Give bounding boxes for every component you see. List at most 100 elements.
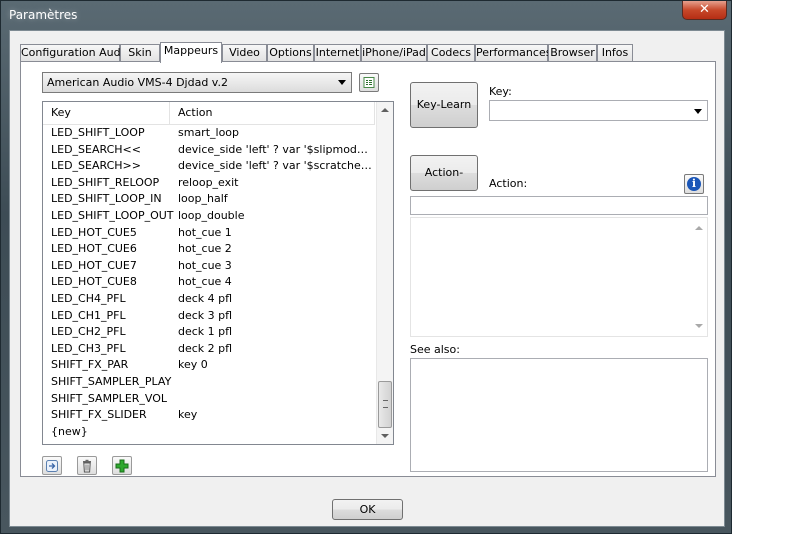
column-header-action[interactable]: Action	[170, 102, 375, 124]
scroll-down-icon[interactable]	[695, 324, 703, 328]
table-row[interactable]: LED_HOT_CUE7 hot_cue 3	[43, 258, 375, 275]
row-action: device_side 'left' ? var '$scratcheffect…	[178, 159, 373, 173]
table-row[interactable]: LED_SEARCH<< device_side 'left' ? var '$s…	[43, 142, 375, 159]
row-action: loop_half	[178, 192, 228, 206]
table-row[interactable]: LED_HOT_CUE6 hot_cue 2	[43, 241, 375, 258]
export-button[interactable]	[42, 456, 62, 475]
mapper-options-button[interactable]	[359, 73, 379, 92]
mappeurs-page: American Audio VMS-4 Djdad v.2 Key Actio…	[20, 61, 716, 477]
action-learn-button[interactable]: Action-Learn	[410, 155, 478, 213]
plus-icon	[115, 459, 129, 473]
action-field[interactable]	[410, 196, 708, 215]
table-row[interactable]: LED_SEARCH>> device_side 'left' ? var '$s…	[43, 158, 375, 175]
tab-browser[interactable]: Browser	[548, 44, 597, 62]
row-key: SHIFT_SAMPLER_VOL	[51, 391, 168, 405]
add-button[interactable]	[112, 456, 132, 475]
scroll-thumb[interactable]	[378, 381, 392, 428]
tab-video[interactable]: Video	[222, 44, 267, 62]
scroll-up-icon[interactable]	[695, 226, 703, 230]
row-action: device_side 'left' ? var '$slipmodel' ? …	[178, 142, 373, 156]
table-row[interactable]: SHIFT_SAMPLER_VOL	[43, 391, 375, 408]
table-scrollbar[interactable]	[376, 102, 393, 444]
row-key: LED_HOT_CUE8	[51, 275, 137, 289]
column-header-key[interactable]: Key	[43, 102, 170, 124]
tab-mappeurs[interactable]: Mappeurs	[160, 42, 222, 63]
row-action: hot_cue 4	[178, 275, 232, 289]
table-row[interactable]: LED_SHIFT_LOOP smart_loop	[43, 125, 375, 142]
row-key: {new}	[51, 424, 88, 438]
row-key: LED_SHIFT_LOOP_OUT	[51, 208, 174, 222]
dialog-client: Configuration Audio Skin Mappeurs Video …	[9, 30, 725, 527]
row-key: SHIFT_FX_PAR	[51, 358, 129, 372]
row-action: reloop_exit	[178, 175, 239, 189]
table-row[interactable]: LED_SHIFT_LOOP_OUT loop_double	[43, 208, 375, 225]
row-action: loop_double	[178, 208, 245, 222]
grip-icon	[383, 400, 388, 408]
scroll-down-icon[interactable]	[381, 434, 389, 438]
row-key: LED_SEARCH>>	[51, 159, 141, 173]
row-key: SHIFT_SAMPLER_PLAY	[51, 374, 172, 388]
row-key: LED_CH4_PFL	[51, 291, 126, 305]
row-key: LED_SHIFT_LOOP_IN	[51, 192, 162, 206]
row-key: LED_SEARCH<<	[51, 142, 141, 156]
row-key: LED_HOT_CUE7	[51, 258, 137, 272]
row-key: LED_HOT_CUE6	[51, 242, 137, 256]
table-row[interactable]: LED_CH2_PFL deck 1 pfl	[43, 324, 375, 341]
key-select[interactable]	[489, 100, 708, 121]
table-row[interactable]: SHIFT_FX_SLIDER key	[43, 407, 375, 424]
mapper-select-value: American Audio VMS-4 Djdad v.2	[47, 76, 228, 89]
action-label: Action:	[489, 177, 528, 190]
table-row[interactable]: SHIFT_FX_PAR key 0	[43, 357, 375, 374]
table-header: Key Action	[43, 102, 375, 125]
mapper-select[interactable]: American Audio VMS-4 Djdad v.2	[42, 72, 352, 93]
table-row[interactable]: LED_SHIFT_RELOOP reloop_exit	[43, 175, 375, 192]
table-body: LED_SHIFT_LOOP smart_loop LED_SEARCH<< devi…	[43, 125, 375, 440]
table-row[interactable]: LED_CH3_PFL deck 2 pfl	[43, 341, 375, 358]
row-key: LED_SHIFT_LOOP	[51, 126, 145, 139]
ok-button[interactable]: OK	[332, 499, 403, 520]
row-key: LED_HOT_CUE5	[51, 225, 137, 239]
action-editor[interactable]	[410, 217, 708, 337]
title-bar[interactable]: Paramètres ✕	[1, 1, 731, 29]
info-button[interactable]: i	[684, 174, 704, 194]
row-action: deck 4 pfl	[178, 291, 233, 305]
row-action: hot_cue 1	[178, 225, 232, 239]
chevron-down-icon	[694, 109, 702, 114]
table-row[interactable]: LED_SHIFT_LOOP_IN loop_half	[43, 191, 375, 208]
table-row[interactable]: LED_HOT_CUE5 hot_cue 1	[43, 225, 375, 242]
key-learn-button[interactable]: Key-Learn	[410, 82, 478, 128]
row-key: SHIFT_FX_SLIDER	[51, 408, 147, 422]
tab-infos[interactable]: Infos	[597, 44, 633, 62]
tab-performances[interactable]: Performances	[475, 44, 551, 62]
tab-options[interactable]: Options	[267, 44, 314, 62]
mapping-table[interactable]: Key Action LED_SHIFT_LOOP smart_loop LED_S…	[42, 101, 394, 445]
row-action: smart_loop	[178, 126, 240, 139]
tab-configuration-audio[interactable]: Configuration Audio	[20, 44, 130, 62]
delete-button[interactable]	[77, 456, 97, 475]
row-action: key	[178, 408, 198, 422]
key-label: Key:	[489, 85, 512, 98]
chevron-down-icon	[338, 80, 346, 85]
row-action: hot_cue 2	[178, 242, 232, 256]
info-icon: i	[687, 177, 701, 191]
export-icon	[46, 460, 58, 472]
table-row[interactable]: SHIFT_SAMPLER_PLAY	[43, 374, 375, 391]
list-icon	[363, 77, 375, 88]
row-key: LED_SHIFT_RELOOP	[51, 175, 160, 189]
see-also-box[interactable]	[410, 358, 708, 472]
table-row[interactable]: LED_CH1_PFL deck 3 pfl	[43, 308, 375, 325]
tab-iphone-ipad[interactable]: iPhone/iPad	[361, 44, 427, 62]
window-title: Paramètres	[9, 8, 78, 22]
tab-internet[interactable]: Internet	[314, 44, 361, 62]
settings-window: Paramètres ✕ Configuration Audio Skin Ma…	[0, 0, 732, 534]
trash-icon	[83, 459, 91, 473]
tab-codecs[interactable]: Codecs	[427, 44, 475, 62]
row-key: LED_CH1_PFL	[51, 308, 126, 322]
close-button[interactable]: ✕	[682, 1, 727, 20]
table-row[interactable]: {new}	[43, 424, 375, 441]
scroll-up-icon[interactable]	[381, 108, 389, 112]
row-action: deck 2 pfl	[178, 341, 233, 355]
table-row[interactable]: LED_HOT_CUE8 hot_cue 4	[43, 274, 375, 291]
tab-skin[interactable]: Skin	[120, 44, 160, 62]
table-row[interactable]: LED_CH4_PFL deck 4 pfl	[43, 291, 375, 308]
